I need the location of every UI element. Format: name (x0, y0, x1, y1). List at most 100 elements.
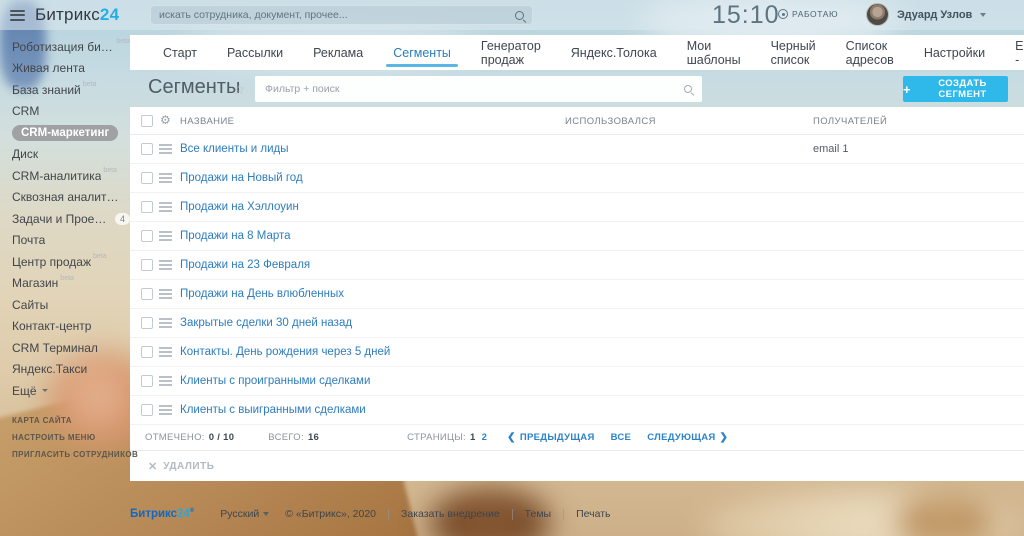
worktime-clock[interactable]: 15:10 (712, 1, 780, 30)
tab[interactable]: Старт (148, 35, 212, 70)
footer-logo[interactable]: Битрикс24® (130, 508, 194, 520)
tab[interactable]: Реклама (298, 35, 378, 70)
sidebar-item[interactable]: Роботизация бизнес... beta (0, 36, 130, 58)
row-menu-icon[interactable] (159, 405, 172, 415)
row-menu-icon[interactable] (159, 318, 172, 328)
sidebar-footer-link[interactable]: НАСТРОИТЬ МЕНЮ (0, 429, 130, 446)
global-search-input[interactable] (159, 9, 515, 21)
tab[interactable]: Рассылки (212, 35, 298, 70)
chevron-right-icon[interactable]: ❯ (720, 432, 729, 443)
table-row: Контакты. День рождения через 5 дней (130, 338, 1024, 367)
row-checkbox[interactable] (141, 404, 153, 416)
select-all-checkbox[interactable] (141, 115, 153, 127)
sidebar-item[interactable]: Задачи и Проекты 4 (0, 208, 130, 230)
recipients-value: email 1 (813, 143, 848, 155)
row-checkbox[interactable] (141, 230, 153, 242)
filter-input[interactable] (265, 83, 684, 95)
footer-link-themes[interactable]: Темы (525, 508, 551, 520)
segment-link[interactable]: Все клиенты и лиды (180, 143, 289, 155)
row-checkbox[interactable] (141, 172, 153, 184)
sidebar-item[interactable]: Центр продаж beta (0, 251, 130, 273)
row-menu-icon[interactable] (159, 202, 172, 212)
segment-link[interactable]: Продажи на Хэллоуин (180, 201, 299, 213)
all-pages-link[interactable]: ВСЕ (611, 432, 632, 443)
sidebar-item[interactable]: CRM (0, 101, 130, 123)
table-row: Продажи на Новый год (130, 164, 1024, 193)
sidebar-item[interactable]: CRM-аналитика beta (0, 165, 130, 187)
hamburger-menu-icon[interactable] (10, 10, 25, 21)
row-checkbox[interactable] (141, 259, 153, 271)
next-page-link[interactable]: СЛЕДУЮЩАЯ (647, 432, 715, 443)
app-logo[interactable]: Битрикс24 (35, 5, 119, 25)
tab-label: Мои шаблоны (687, 39, 741, 67)
top-bar: Битрикс24 15:10 РАБОТАЮ Эдуард Узлов (0, 0, 1024, 30)
tab[interactable]: Яндекс.Толока (556, 35, 672, 70)
table-row: Клиенты с проигранными сделками (130, 367, 1024, 396)
language-selector[interactable]: Русский (220, 508, 269, 520)
gear-icon[interactable]: ⚙ (160, 114, 171, 126)
row-menu-icon[interactable] (159, 347, 172, 357)
sidebar-footer-link[interactable]: КАРТА САЙТА (0, 412, 130, 429)
tab[interactable]: Список адресов (831, 35, 909, 70)
segments-table: ⚙ НАЗВАНИЕ ИСПОЛЬЗОВАЛСЯ ПОЛУЧАТЕЛЕЙ Все… (130, 107, 1024, 481)
chevron-left-icon[interactable]: ❮ (507, 432, 516, 443)
work-status[interactable]: РАБОТАЮ (778, 9, 838, 19)
page-2-link[interactable]: 2 (482, 432, 488, 443)
row-checkbox[interactable] (141, 317, 153, 329)
footer-link-implementation[interactable]: Заказать внедрение (401, 508, 500, 520)
sidebar-item[interactable]: Сайты (0, 294, 130, 316)
sidebar-item[interactable]: Яндекс.Такси (0, 359, 130, 381)
filter-bar[interactable] (255, 76, 702, 102)
segment-link[interactable]: Продажи на 23 Февраля (180, 259, 310, 271)
sidebar-item[interactable]: Почта (0, 230, 130, 252)
sidebar-item[interactable]: Ещё (0, 380, 130, 402)
tab[interactable]: Еще - (1000, 35, 1024, 70)
tab[interactable]: Настройки (909, 35, 1000, 70)
tab-label: Список адресов (846, 39, 894, 67)
segment-link[interactable]: Клиенты с выигранными сделками (180, 404, 366, 416)
segment-link[interactable]: Продажи на 8 Марта (180, 230, 291, 242)
footer-link-print[interactable]: Печать (576, 508, 610, 520)
row-checkbox[interactable] (141, 143, 153, 155)
segment-link[interactable]: Продажи на Новый год (180, 172, 303, 184)
row-menu-icon[interactable] (159, 144, 172, 154)
sidebar-item[interactable]: Сквозная аналитика (0, 187, 130, 209)
create-segment-button[interactable]: + СОЗДАТЬ СЕГМЕНТ (903, 76, 1008, 102)
segment-link[interactable]: Контакты. День рождения через 5 дней (180, 346, 390, 358)
selected-label: ОТМЕЧЕНО: (145, 432, 205, 443)
sidebar-item[interactable]: Контакт-центр (0, 316, 130, 338)
sidebar-item[interactable]: База знаний beta (0, 79, 130, 101)
segment-link[interactable]: Закрытые сделки 30 дней назад (180, 317, 352, 329)
sidebar-item[interactable]: CRM Терминал (0, 337, 130, 359)
user-menu[interactable]: Эдуард Узлов (866, 3, 986, 26)
tab-label: Еще - (1015, 39, 1024, 67)
row-menu-icon[interactable] (159, 260, 172, 270)
prev-page-link[interactable]: ПРЕДЫДУЩАЯ (520, 432, 595, 443)
row-checkbox[interactable] (141, 288, 153, 300)
tab[interactable]: Генератор продаж (466, 35, 556, 70)
favorite-star-icon[interactable]: ☆ (233, 81, 246, 98)
sidebar-item[interactable]: Диск (0, 144, 130, 166)
divider (563, 509, 564, 520)
segment-link[interactable]: Продажи на День влюбленных (180, 288, 344, 300)
global-search[interactable] (150, 5, 533, 25)
row-checkbox[interactable] (141, 346, 153, 358)
row-menu-icon[interactable] (159, 376, 172, 386)
delete-action[interactable]: ✕ УДАЛИТЬ (130, 451, 1024, 481)
tab[interactable]: Мои шаблоны (672, 35, 756, 70)
tab[interactable]: Черный список (756, 35, 831, 70)
row-menu-icon[interactable] (159, 289, 172, 299)
sidebar-item[interactable]: CRM-маркетинг (0, 122, 130, 144)
sidebar-footer-link[interactable]: ПРИГЛАСИТЬ СОТРУДНИКОВ (0, 446, 130, 463)
logo-text: Битрикс (35, 5, 100, 24)
sidebar-item-label: Магазин (12, 276, 58, 290)
row-checkbox[interactable] (141, 375, 153, 387)
tab[interactable]: Сегменты (378, 35, 466, 70)
sidebar-item[interactable]: Магазин beta (0, 273, 130, 295)
segment-link[interactable]: Клиенты с проигранными сделками (180, 375, 370, 387)
row-menu-icon[interactable] (159, 173, 172, 183)
row-menu-icon[interactable] (159, 231, 172, 241)
row-checkbox[interactable] (141, 201, 153, 213)
chevron-down-icon (263, 512, 269, 516)
sidebar-item[interactable]: Живая лента (0, 58, 130, 80)
